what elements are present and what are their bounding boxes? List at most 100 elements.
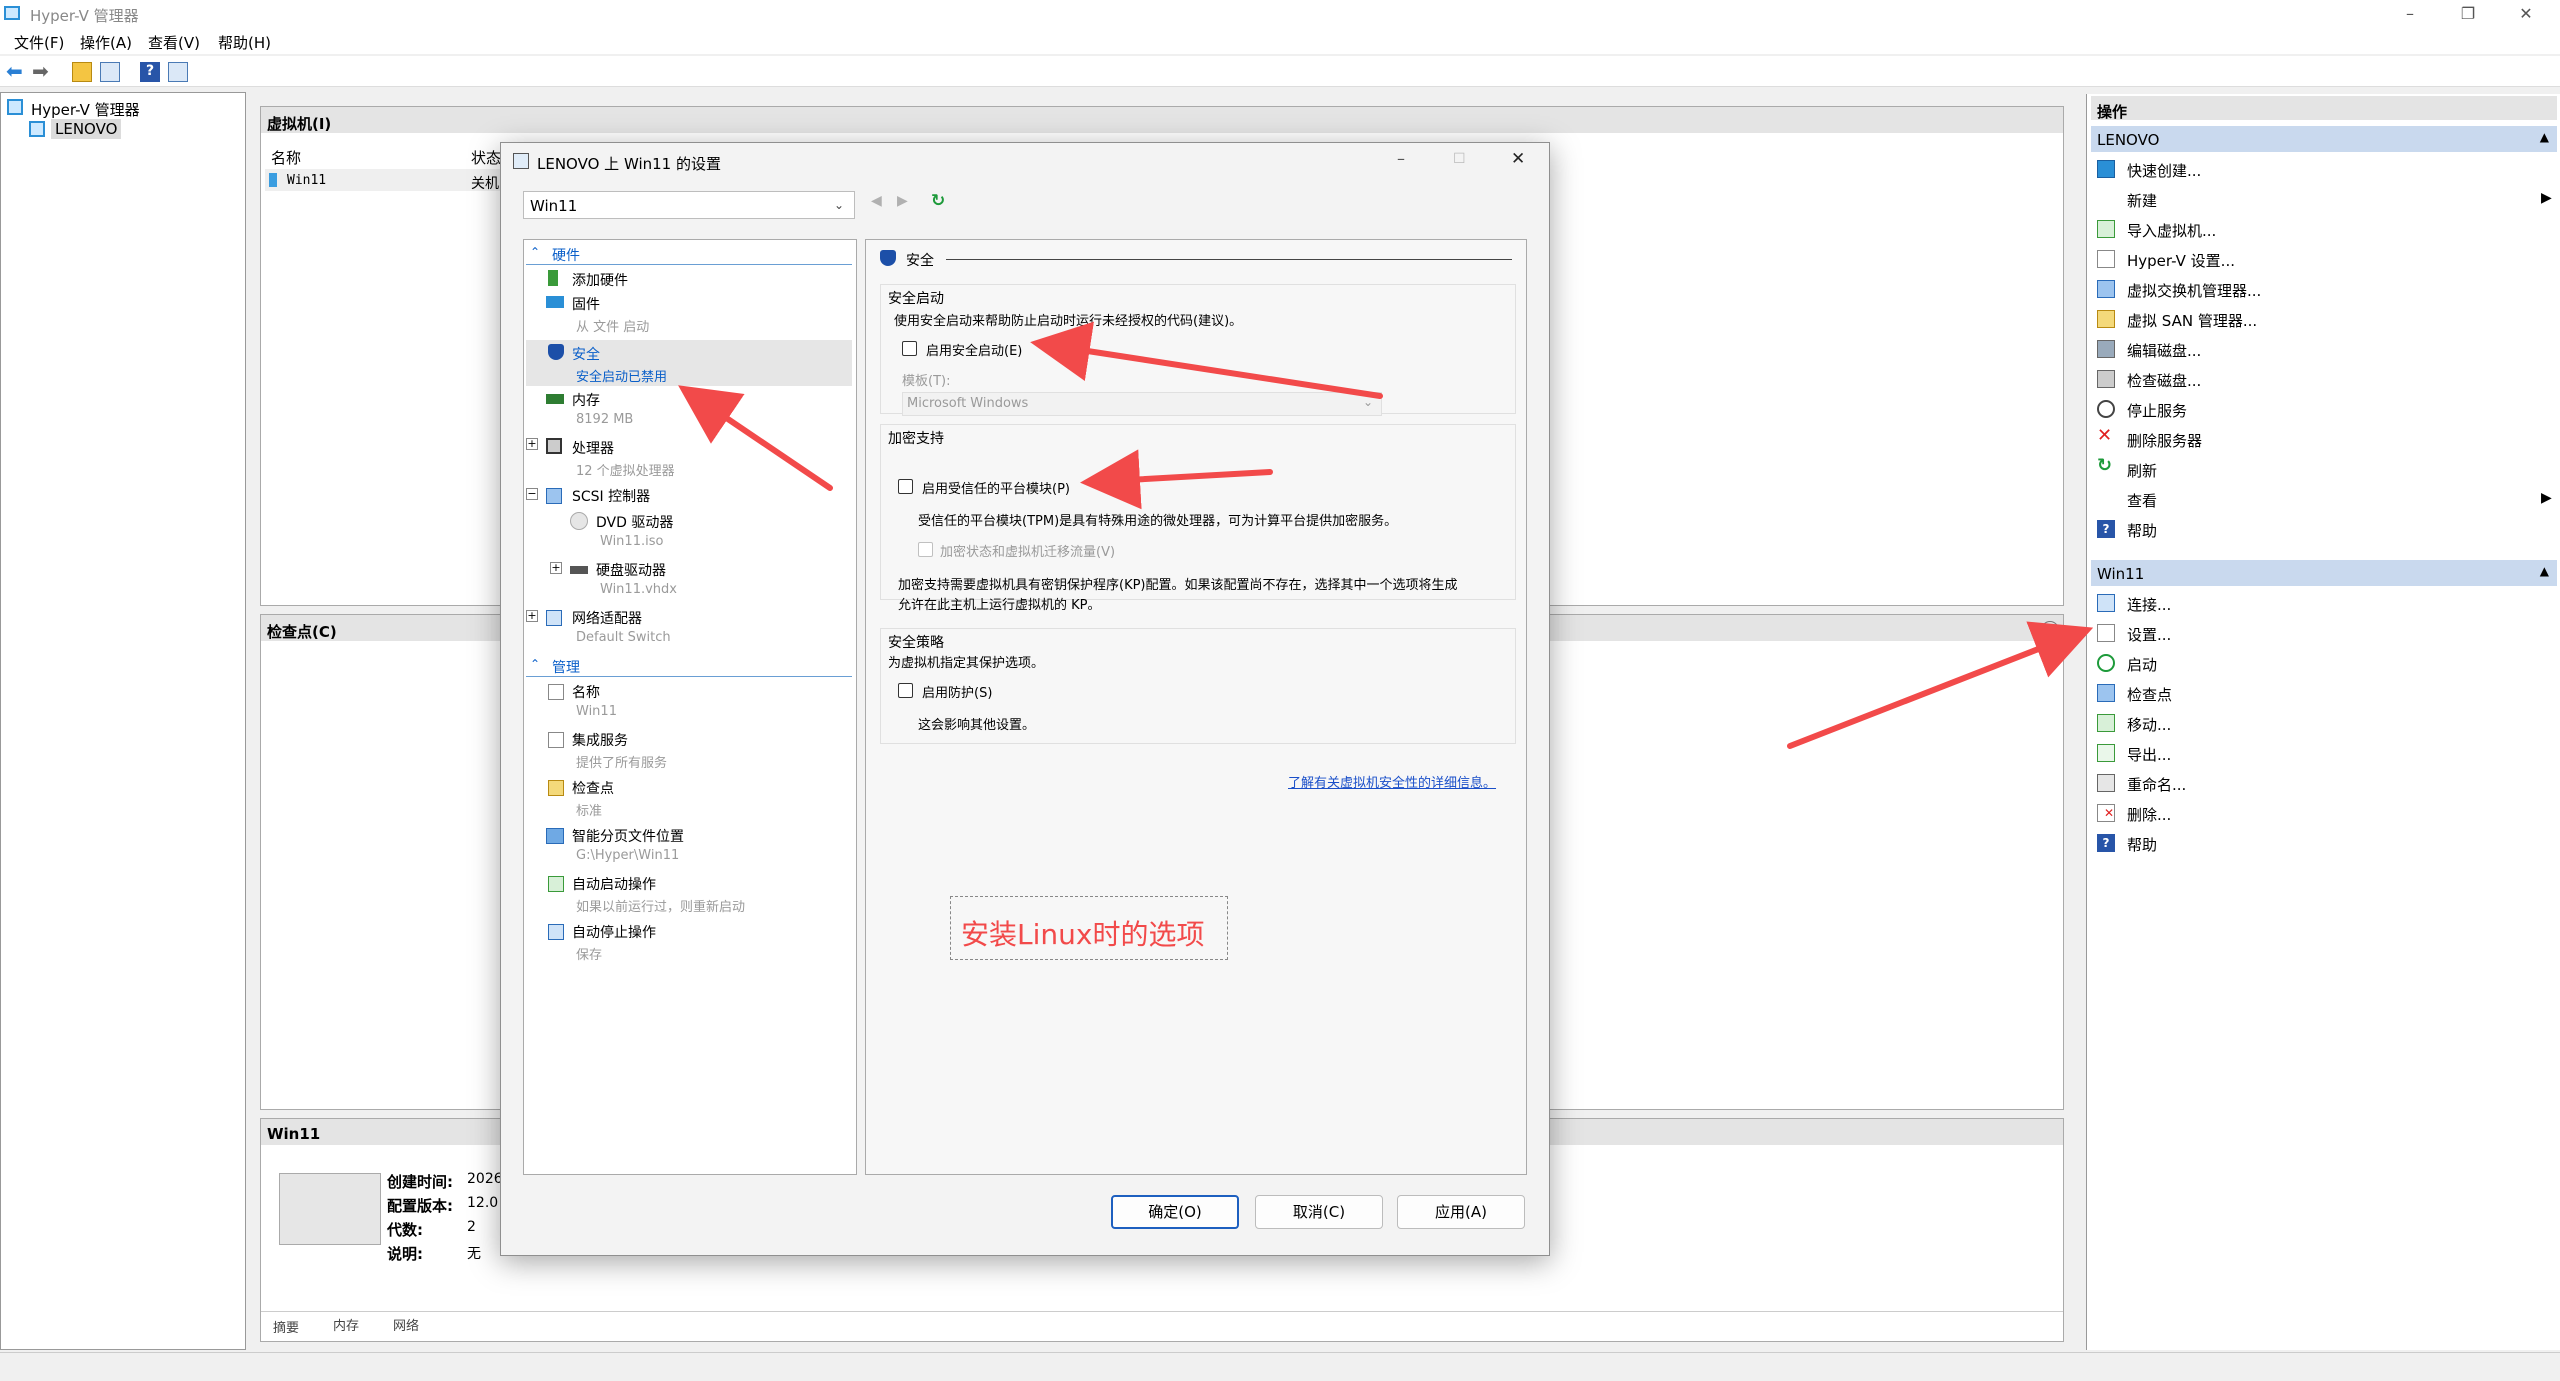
col-state-header[interactable]: 状态 bbox=[471, 147, 501, 168]
detail-label-created: 创建时间: bbox=[387, 1173, 453, 1191]
action-pane-icon[interactable] bbox=[168, 62, 188, 82]
actions-group-lenovo[interactable]: LENOVO ▲ bbox=[2091, 126, 2557, 152]
tpm-desc: 受信任的平台模块(TPM)是具有特殊用途的微处理器，可为计算平台提供加密服务。 bbox=[918, 514, 1398, 529]
collapse-icon[interactable]: ▲ bbox=[2041, 621, 2059, 639]
hardware-header[interactable]: ⌃ 硬件 bbox=[526, 242, 852, 265]
shield-icon bbox=[548, 344, 564, 360]
back-arrow-icon[interactable]: ⬅ bbox=[6, 61, 26, 82]
management-header[interactable]: ⌃ 管理 bbox=[526, 654, 852, 677]
action-hyperv-settings[interactable]: Hyper-V 设置... bbox=[2127, 250, 2235, 271]
action-remove-server[interactable]: 删除服务器 bbox=[2127, 430, 2202, 451]
annotation-text: 安装Linux时的选项 bbox=[961, 918, 1205, 951]
secure-boot-checkbox-label[interactable]: 启用安全启动(E) bbox=[926, 340, 1022, 359]
tab-memory[interactable]: 内存 bbox=[333, 1315, 359, 1334]
action-connect[interactable]: 连接... bbox=[2127, 594, 2171, 615]
restore-button[interactable]: ❐ bbox=[2448, 2, 2488, 26]
secure-boot-checkbox[interactable] bbox=[902, 341, 917, 356]
mgmt-integration[interactable]: 集成服务 bbox=[572, 730, 628, 750]
dialog-maximize-button[interactable]: ☐ bbox=[1453, 151, 1466, 167]
hw-processor-sub: 12 个虚拟处理器 bbox=[576, 464, 675, 479]
folder-up-icon[interactable] bbox=[72, 62, 92, 82]
action-settings[interactable]: 设置... bbox=[2127, 624, 2171, 645]
action-start[interactable]: 启动 bbox=[2127, 654, 2157, 675]
expand-icon[interactable]: + bbox=[526, 610, 538, 622]
security-info-link[interactable]: 了解有关虚拟机安全性的详细信息。 bbox=[1288, 772, 1496, 791]
expand-icon[interactable]: + bbox=[550, 562, 562, 574]
hw-processor[interactable]: 处理器 bbox=[572, 438, 614, 458]
mgmt-auto-stop[interactable]: 自动停止操作 bbox=[572, 922, 656, 942]
close-button[interactable]: ✕ bbox=[2506, 2, 2546, 26]
kp-desc-line1: 加密支持需要虚拟机具有密钥保护程序(KP)配置。如果该配置尚不存在，选择其中一个… bbox=[898, 578, 1458, 593]
action-edit-disk[interactable]: 编辑磁盘... bbox=[2127, 340, 2201, 361]
security-settings-panel: 安全 安全启动 使用安全启动来帮助防止启动时运行未经授权的代码(建议)。 启用安… bbox=[865, 239, 1527, 1175]
action-view[interactable]: 查看 bbox=[2127, 490, 2157, 511]
migrate-encryption-label[interactable]: 加密状态和虚拟机迁移流量(V) bbox=[940, 541, 1115, 560]
submenu-arrow-icon: ▶ bbox=[2541, 490, 2552, 506]
hw-security[interactable]: 安全 bbox=[572, 344, 600, 364]
template-select[interactable]: Microsoft Windows ⌄ bbox=[902, 392, 1382, 416]
action-new[interactable]: 新建 bbox=[2127, 190, 2157, 211]
action-virtual-san[interactable]: 虚拟 SAN 管理器... bbox=[2127, 310, 2257, 331]
expand-icon[interactable]: + bbox=[526, 438, 538, 450]
cancel-button[interactable]: 取消(C) bbox=[1255, 1195, 1383, 1229]
action-stop-service[interactable]: 停止服务 bbox=[2127, 400, 2187, 421]
menu-file[interactable]: 文件(F) bbox=[14, 32, 64, 53]
col-name-header[interactable]: 名称 bbox=[271, 147, 301, 168]
action-help-host[interactable]: 帮助 bbox=[2127, 520, 2157, 541]
hw-dvd[interactable]: DVD 驱动器 bbox=[596, 512, 673, 532]
action-refresh[interactable]: 刷新 bbox=[2127, 460, 2157, 481]
tree-host-lenovo[interactable]: LENOVO bbox=[51, 119, 122, 139]
mgmt-name[interactable]: 名称 bbox=[572, 682, 600, 702]
action-delete[interactable]: 删除... bbox=[2127, 804, 2171, 825]
tab-network[interactable]: 网络 bbox=[393, 1315, 419, 1334]
help-icon[interactable]: ? bbox=[140, 62, 160, 82]
action-help-vm[interactable]: 帮助 bbox=[2127, 834, 2157, 855]
hyperv-settings-icon bbox=[2097, 250, 2115, 268]
tab-summary[interactable]: 摘要 bbox=[273, 1317, 299, 1336]
forward-arrow-icon[interactable]: ➡ bbox=[32, 61, 52, 82]
next-arrow-icon[interactable]: ▶ bbox=[897, 193, 908, 209]
hw-network[interactable]: 网络适配器 bbox=[572, 608, 642, 628]
vm-select-dropdown[interactable]: Win11 ⌄ bbox=[523, 191, 855, 219]
mgmt-paging[interactable]: 智能分页文件位置 bbox=[572, 826, 684, 846]
migrate-encryption-checkbox[interactable] bbox=[918, 542, 933, 557]
menu-action[interactable]: 操作(A) bbox=[80, 32, 132, 53]
collapse-icon[interactable]: − bbox=[526, 488, 538, 500]
hw-firmware[interactable]: 固件 bbox=[572, 294, 600, 314]
actions-group-win11[interactable]: Win11 ▲ bbox=[2091, 560, 2557, 586]
hyperv-app-icon bbox=[4, 6, 20, 20]
menu-view[interactable]: 查看(V) bbox=[148, 32, 200, 53]
hw-memory[interactable]: 内存 bbox=[572, 390, 600, 410]
action-export[interactable]: 导出... bbox=[2127, 744, 2171, 765]
refresh-icon[interactable]: ↻ bbox=[931, 191, 945, 211]
action-inspect-disk[interactable]: 检查磁盘... bbox=[2127, 370, 2201, 391]
shielding-checkbox-label[interactable]: 启用防护(S) bbox=[922, 682, 992, 701]
mgmt-auto-start[interactable]: 自动启动操作 bbox=[572, 874, 656, 894]
apply-button[interactable]: 应用(A) bbox=[1397, 1195, 1525, 1229]
annotation-textbox[interactable]: 安装Linux时的选项 bbox=[950, 896, 1228, 960]
tpm-checkbox[interactable] bbox=[898, 479, 913, 494]
menu-help[interactable]: 帮助(H) bbox=[218, 32, 271, 53]
show-tree-icon[interactable] bbox=[100, 62, 120, 82]
ok-button[interactable]: 确定(O) bbox=[1111, 1195, 1239, 1229]
tpm-checkbox-label[interactable]: 启用受信任的平台模块(P) bbox=[922, 478, 1070, 497]
hw-add-hardware[interactable]: 添加硬件 bbox=[572, 270, 628, 290]
settings-window-icon bbox=[513, 153, 529, 169]
minimize-button[interactable]: – bbox=[2390, 2, 2430, 26]
tree-root[interactable]: Hyper-V 管理器 bbox=[31, 99, 140, 120]
action-checkpoint[interactable]: 检查点 bbox=[2127, 684, 2172, 705]
action-import-vm[interactable]: 导入虚拟机... bbox=[2127, 220, 2216, 241]
prev-arrow-icon[interactable]: ◀ bbox=[871, 193, 882, 209]
actions-pane: 操作 LENOVO ▲ 快速创建... 新建 ▶ 导入虚拟机... Hyper-… bbox=[2086, 94, 2560, 1350]
dialog-close-button[interactable]: ✕ bbox=[1511, 149, 1525, 169]
action-quick-create[interactable]: 快速创建... bbox=[2127, 160, 2201, 181]
shielding-checkbox[interactable] bbox=[898, 683, 913, 698]
action-move[interactable]: 移动... bbox=[2127, 714, 2171, 735]
hw-scsi[interactable]: SCSI 控制器 bbox=[572, 486, 650, 506]
menu-bar: 文件(F) 操作(A) 查看(V) 帮助(H) bbox=[0, 28, 2560, 54]
action-rename[interactable]: 重命名... bbox=[2127, 774, 2186, 795]
hw-hard-drive[interactable]: 硬盘驱动器 bbox=[596, 560, 666, 580]
mgmt-checkpoint[interactable]: 检查点 bbox=[572, 778, 614, 798]
action-virtual-switch[interactable]: 虚拟交换机管理器... bbox=[2127, 280, 2261, 301]
dialog-minimize-button[interactable]: – bbox=[1397, 149, 1405, 168]
